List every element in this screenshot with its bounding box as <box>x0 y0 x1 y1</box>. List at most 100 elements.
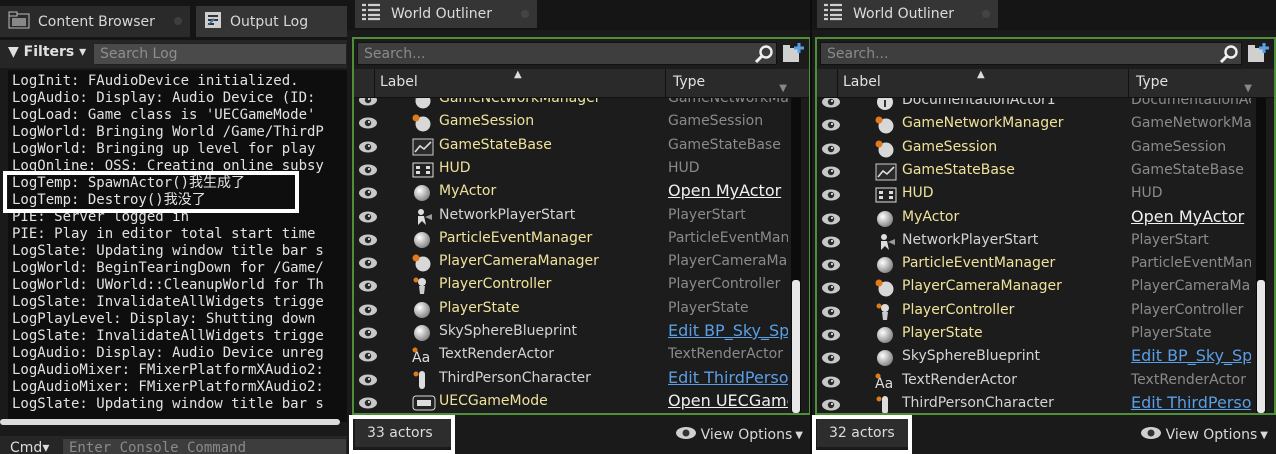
log-horizontal-scrollbar[interactable] <box>0 419 340 425</box>
actor-row[interactable]: PlayerState PlayerState <box>354 298 794 321</box>
open-asset-link[interactable]: Open MyActor <box>1131 207 1251 226</box>
visibility-eye-icon[interactable] <box>358 372 378 391</box>
visibility-eye-icon[interactable] <box>358 162 378 181</box>
visibility-eye-icon[interactable] <box>358 232 378 251</box>
outliner-vertical-scrollbar[interactable] <box>791 98 801 413</box>
actor-row[interactable]: HUD HUD <box>817 183 1257 206</box>
actor-row[interactable]: ThirdPersonCharacter Edit ThirdPerso <box>817 393 1257 413</box>
column-separator[interactable] <box>1128 69 1129 98</box>
visibility-eye-icon[interactable] <box>358 348 378 367</box>
search-log-input[interactable] <box>93 43 347 65</box>
eye-icon <box>675 426 697 444</box>
visibility-eye-icon[interactable] <box>821 211 841 230</box>
close-tab-icon[interactable] <box>982 10 990 18</box>
actor-row[interactable]: PlayerController PlayerController <box>817 300 1257 323</box>
visibility-eye-icon[interactable] <box>821 374 841 393</box>
view-options-button[interactable]: View Options ▼ <box>1140 426 1268 444</box>
add-folder-icon[interactable] <box>781 42 805 68</box>
column-header-label[interactable]: Label <box>380 74 418 90</box>
visibility-eye-icon[interactable] <box>821 187 841 206</box>
visibility-eye-icon[interactable] <box>821 117 841 136</box>
column-header-type[interactable]: Type <box>1136 74 1168 90</box>
scrollbar-thumb[interactable] <box>1257 280 1265 413</box>
actor-row[interactable]: PlayerState PlayerState <box>817 323 1257 346</box>
visibility-eye-icon[interactable] <box>358 98 378 111</box>
edit-asset-link[interactable]: Edit ThirdPerso <box>1131 393 1251 412</box>
visibility-eye-icon[interactable] <box>821 234 841 253</box>
tab-world-outliner[interactable]: World Outliner <box>355 0 537 28</box>
search-icon[interactable] <box>754 45 774 67</box>
edit-asset-link[interactable]: Edit ThirdPerso <box>668 368 788 387</box>
visibility-eye-icon[interactable] <box>358 139 378 158</box>
outliner-body: Label ▲ Type ▼ GameNetworkManagerGameNet… <box>352 37 811 415</box>
visibility-eye-icon[interactable] <box>358 255 378 274</box>
close-tab-icon[interactable] <box>521 10 529 18</box>
actor-row[interactable]: UECGameMode Open UECGame <box>354 391 794 413</box>
filters-dropdown[interactable]: ▼ Filters ▾ <box>8 44 86 60</box>
log-output[interactable]: LogInit: FAudioDevice initialized. LogAud… <box>8 70 347 422</box>
actor-row[interactable]: GameNetworkManager GameNetworkManager <box>354 98 794 111</box>
actor-row[interactable]: ParticleEventManager ParticleEventMan <box>354 228 794 251</box>
visibility-eye-icon[interactable] <box>821 304 841 323</box>
close-tab-icon[interactable] <box>174 17 182 25</box>
outliner-search-input[interactable] <box>358 43 776 65</box>
open-asset-link[interactable]: Open MyActor <box>668 181 788 200</box>
column-header-type[interactable]: Type <box>673 74 705 90</box>
actor-row[interactable]: NetworkPlayerStart PlayerStart <box>817 230 1257 253</box>
visibility-eye-icon[interactable] <box>358 115 378 134</box>
visibility-eye-icon[interactable] <box>821 257 841 276</box>
open-asset-link[interactable]: Open UECGame <box>668 391 788 410</box>
visibility-eye-icon[interactable] <box>821 164 841 183</box>
actor-row[interactable]: SkySphereBlueprint Edit BP_Sky_Sp <box>817 346 1257 369</box>
outliner-search-input[interactable] <box>821 43 1241 65</box>
chevron-down-icon[interactable]: ▼ <box>1244 83 1252 94</box>
cmd-dropdown[interactable]: Cmd▾ <box>10 440 49 454</box>
visibility-eye-icon[interactable] <box>821 397 841 413</box>
column-separator[interactable] <box>665 69 666 98</box>
actor-row[interactable]: GameSession GameSession <box>354 111 794 134</box>
tab-world-outliner[interactable]: World Outliner <box>817 0 998 28</box>
actor-row[interactable]: Aa TextRenderActor TextRenderActor <box>354 344 794 367</box>
actor-row[interactable]: Aa TextRenderActor TextRenderActor <box>817 370 1257 393</box>
visibility-eye-icon[interactable] <box>821 327 841 346</box>
edit-asset-link[interactable]: Edit BP_Sky_Sp <box>668 321 788 340</box>
visibility-eye-icon[interactable] <box>821 98 841 113</box>
actor-row[interactable]: NetworkPlayerStart PlayerStart <box>354 205 794 228</box>
actor-row[interactable]: SkySphereBlueprint Edit BP_Sky_Sp <box>354 321 794 344</box>
chevron-down-icon[interactable]: ▼ <box>779 83 787 94</box>
visibility-eye-icon[interactable] <box>358 395 378 413</box>
tab-output-log[interactable]: Output Log <box>196 6 347 37</box>
actor-row[interactable]: ThirdPersonCharacter Edit ThirdPerso <box>354 368 794 391</box>
visibility-eye-icon[interactable] <box>358 209 378 228</box>
visibility-eye-icon[interactable] <box>358 278 378 297</box>
search-icon[interactable] <box>1219 45 1239 67</box>
highlight-box <box>349 415 455 454</box>
console-command-input[interactable] <box>62 438 347 454</box>
outliner-vertical-scrollbar[interactable] <box>1256 98 1266 413</box>
tab-content-browser[interactable]: Content Browser <box>0 6 190 37</box>
actor-row[interactable]: PlayerCameraManager PlayerCameraMan <box>354 251 794 274</box>
actor-row[interactable]: GameNetworkManager GameNetworkMa <box>817 113 1257 136</box>
actor-row[interactable]: ParticleEventManager ParticleEventMan <box>817 253 1257 276</box>
view-options-button[interactable]: View Options ▼ <box>675 426 803 444</box>
column-header-label[interactable]: Label <box>843 74 881 90</box>
actor-row[interactable]: HUD HUD <box>354 158 794 181</box>
visibility-eye-icon[interactable] <box>358 325 378 344</box>
visibility-eye-icon[interactable] <box>821 280 841 299</box>
visibility-eye-icon[interactable] <box>821 141 841 160</box>
actor-row[interactable]: DocumentationActor1 DocumentationAc <box>817 98 1257 113</box>
actor-row[interactable]: GameStateBase GameStateBase <box>354 135 794 158</box>
visibility-eye-icon[interactable] <box>821 350 841 369</box>
actor-row[interactable]: PlayerCameraManager PlayerCameraMan <box>817 276 1257 299</box>
add-folder-icon[interactable] <box>1246 42 1270 68</box>
actor-row[interactable]: MyActor Open MyActor <box>354 181 794 204</box>
actor-row[interactable]: GameStateBase GameStateBase <box>817 160 1257 183</box>
actor-type: TextRenderActor <box>1131 371 1246 388</box>
visibility-eye-icon[interactable] <box>358 302 378 321</box>
actor-row[interactable]: MyActor Open MyActor <box>817 207 1257 230</box>
actor-row[interactable]: GameSession GameSession <box>817 137 1257 160</box>
edit-asset-link[interactable]: Edit BP_Sky_Sp <box>1131 346 1251 365</box>
visibility-eye-icon[interactable] <box>358 185 378 204</box>
actor-row[interactable]: PlayerController PlayerController <box>354 274 794 297</box>
scrollbar-thumb[interactable] <box>792 280 800 413</box>
